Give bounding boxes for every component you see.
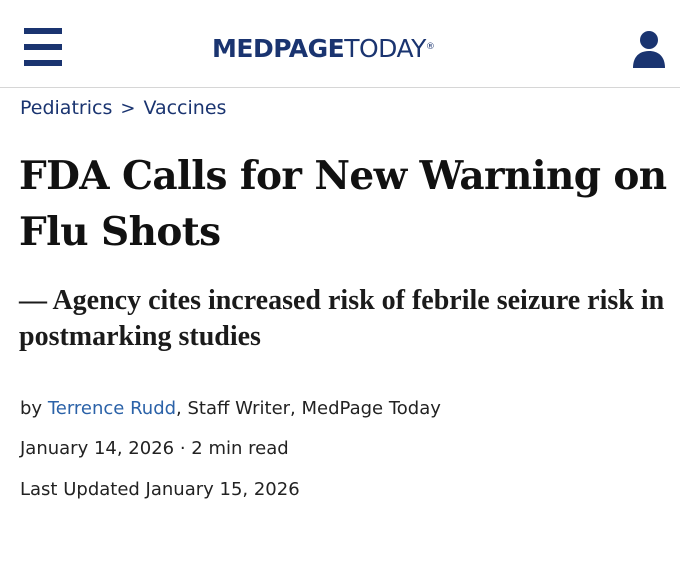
user-icon[interactable] — [632, 30, 666, 68]
logo-registered-mark: ® — [425, 42, 435, 52]
article-byline: by Terrence Rudd, Staff Writer, MedPage … — [20, 397, 441, 421]
menu-bar — [24, 44, 62, 50]
menu-icon[interactable] — [24, 28, 62, 68]
logo-today: TODAY — [344, 34, 426, 63]
article-title: FDA Calls for New Warning on Flu Shots — [19, 153, 667, 255]
breadcrumb-item-vaccines[interactable]: Vaccines — [143, 97, 226, 119]
site-header: MEDPAGETODAY® — [0, 0, 680, 88]
article-subtitle: — Agency cites increased risk of febrile… — [19, 285, 665, 352]
menu-bar — [24, 60, 62, 66]
byline-role: , Staff Writer, MedPage Today — [176, 398, 441, 419]
menu-bar — [24, 28, 62, 34]
site-logo[interactable]: MEDPAGETODAY® — [212, 34, 435, 64]
byline-prefix: by — [20, 398, 48, 419]
breadcrumb: Pediatrics > Vaccines — [20, 96, 226, 121]
logo-medpage: MEDPAGE — [212, 34, 345, 63]
user-icon-graphic — [633, 31, 665, 68]
last-updated: Last Updated January 15, 2026 — [20, 479, 300, 500]
breadcrumb-item-pediatrics[interactable]: Pediatrics — [20, 97, 112, 119]
breadcrumb-separator: > — [120, 98, 136, 119]
author-link[interactable]: Terrence Rudd — [48, 398, 176, 419]
publish-date: January 14, 2026 · 2 min read — [20, 438, 289, 459]
